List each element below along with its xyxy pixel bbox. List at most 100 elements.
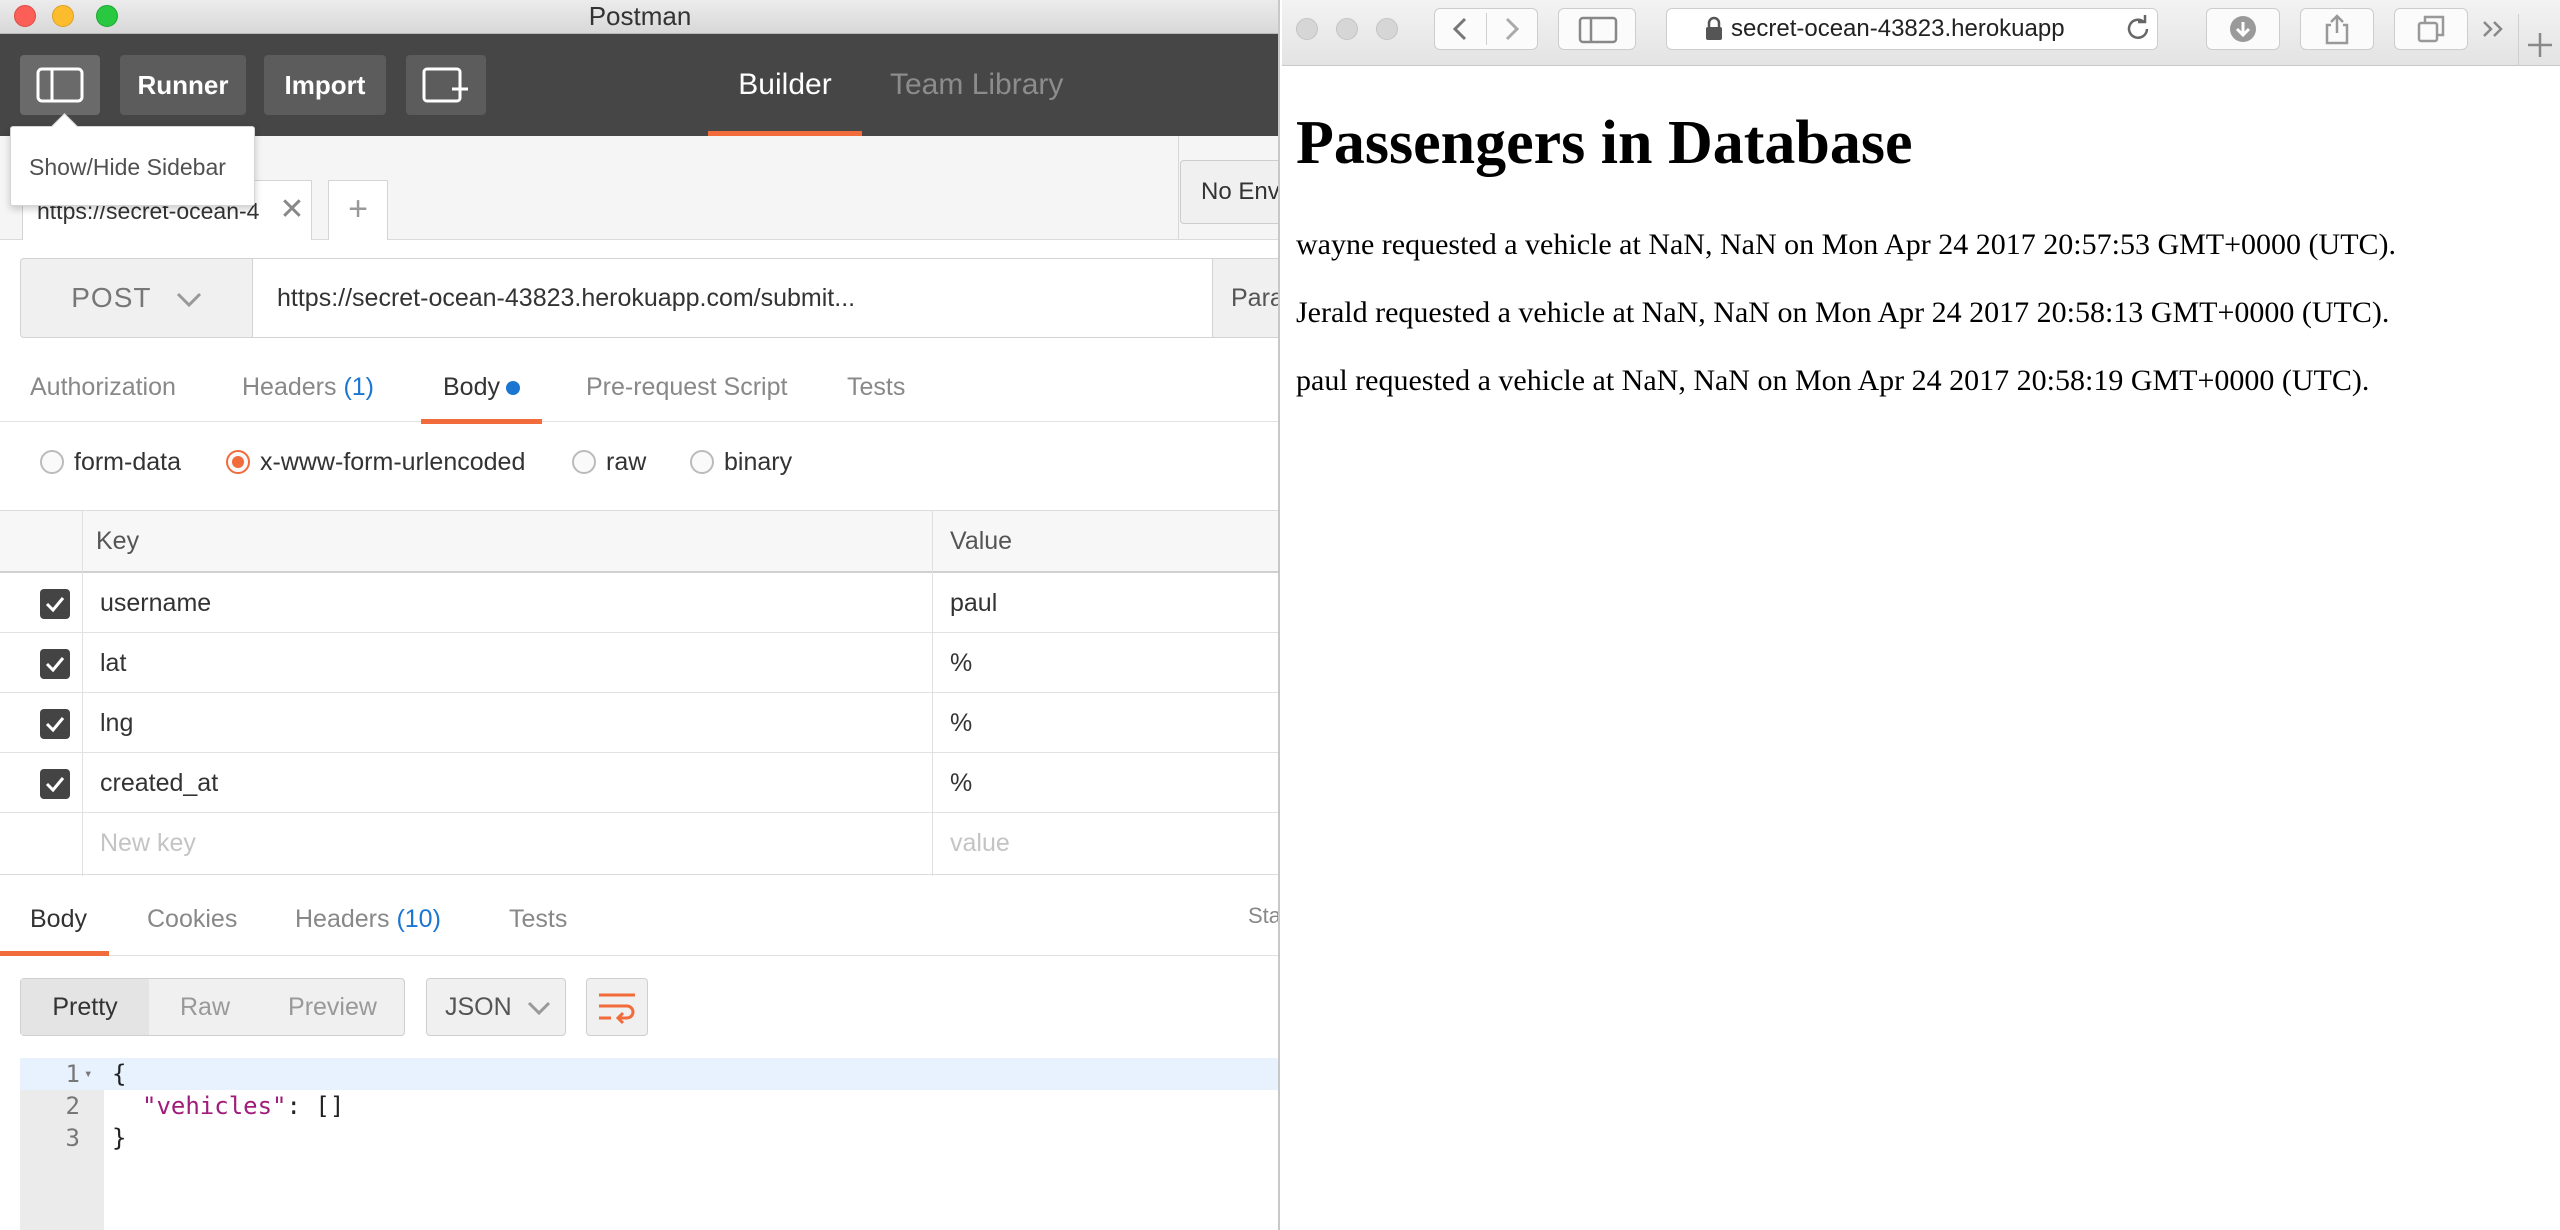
passenger-entry: wayne requested a vehicle at NaN, NaN on… [1296,228,2397,261]
column-divider [932,511,933,876]
new-key-input[interactable]: New key [100,813,196,873]
address-text: secret-ocean-43823.herokuapp [1731,15,2065,42]
radio-binary[interactable]: binary [690,448,792,477]
response-tab-cookies-label: Cookies [147,905,238,933]
response-tab-headers[interactable]: Headers (10) [295,888,441,954]
tab-body[interactable]: Body [421,356,542,424]
checkmark-icon [45,777,65,793]
response-tab-body[interactable]: Body [0,888,109,956]
row-value[interactable]: % [950,693,972,753]
tab-headers[interactable]: Headers (1) [242,356,374,422]
tabstrip-divider [1178,136,1179,240]
downloads-button[interactable] [2206,8,2280,50]
code-text: "vehicles": [] [142,1090,344,1122]
runner-button[interactable]: Runner [120,55,246,115]
row-value[interactable]: % [950,753,972,813]
overflow-chevron-icon[interactable] [2480,14,2510,44]
headers-count: (1) [343,373,375,401]
back-icon[interactable] [1435,9,1485,49]
radio-raw[interactable]: raw [572,448,646,477]
radio-label: binary [724,448,793,476]
sidebar-icon [1578,16,1618,44]
format-select[interactable]: JSON [426,978,566,1036]
row-key[interactable]: username [100,573,211,633]
close-window-button[interactable] [1296,18,1318,40]
url-input[interactable]: https://secret-ocean-43823.herokuapp.com… [253,259,1213,337]
tab-overview-button[interactable] [2394,8,2468,50]
response-body-editor[interactable]: 1 ▾ { 2 "vehicles": [] 3 } [20,1058,1278,1230]
environment-select[interactable]: No Environment [1180,160,1278,224]
row-key[interactable]: created_at [100,753,218,813]
new-value-input[interactable]: value [950,813,1010,873]
row-checkbox[interactable] [40,709,70,739]
response-tab-cookies[interactable]: Cookies [147,888,237,954]
row-checkbox[interactable] [40,769,70,799]
view-pretty-button[interactable]: Pretty [21,979,149,1035]
address-bar[interactable]: secret-ocean-43823.herokuapp [1666,8,2158,50]
minimize-window-button[interactable] [1336,18,1358,40]
tab-builder[interactable]: Builder [708,34,862,136]
zoom-window-button[interactable] [1376,18,1398,40]
forward-icon[interactable] [1487,9,1537,49]
import-button[interactable]: Import [264,55,386,115]
add-tab-button[interactable]: + [328,180,388,240]
response-tabs: Body Cookies Headers (10) Tests Status [0,888,1280,956]
wrap-lines-icon [599,993,635,1025]
tab-body-label: Body [443,373,500,401]
row-key[interactable]: lng [100,693,133,753]
new-tab-button[interactable] [2518,14,2558,66]
tabs-icon [2417,15,2445,43]
body-modified-dot [505,381,520,396]
share-button[interactable] [2300,8,2374,50]
new-window-button[interactable] [406,55,486,115]
row-checkbox[interactable] [40,649,70,679]
sidebar-icon [36,67,84,103]
row-key[interactable]: lat [100,633,126,693]
json-key: "vehicles" [142,1092,287,1120]
tab-tests[interactable]: Tests [847,356,905,422]
line-number: 2 [65,1092,80,1120]
safari-window: secret-ocean-43823.herokuapp Passengers … [1282,0,2560,1230]
checkmark-icon [45,597,65,613]
chevron-down-icon [176,292,201,307]
tab-pre-request-script-label: Pre-request Script [586,373,788,401]
checkmark-icon [45,717,65,733]
response-tab-body-label: Body [30,905,87,933]
tab-team-library[interactable]: Team Library [890,34,1063,136]
wrap-lines-button[interactable] [586,978,648,1036]
response-tab-tests-label: Tests [509,905,568,933]
response-tab-body-indicator [0,951,109,956]
view-preview-button[interactable]: Preview [261,979,404,1035]
postman-titlebar: Postman [0,0,1278,34]
lock-icon [1706,16,1722,40]
fold-arrow-icon[interactable]: ▾ [84,1058,92,1090]
postman-window: Postman Runner Import Builder Team Libra… [0,0,1280,1230]
radio-x-www-form-urlencoded[interactable]: x-www-form-urlencoded [226,448,525,477]
reload-icon[interactable] [2121,9,2157,49]
show-sidebar-button[interactable] [1558,8,1636,50]
request-url-bar: POST https://secret-ocean-43823.herokuap… [20,258,1278,338]
method-label: POST [71,282,151,313]
share-icon [2325,14,2349,45]
view-mode-segment: Pretty Raw Preview [20,978,405,1036]
back-forward-buttons [1434,8,1538,50]
params-button[interactable]: Params [1231,259,1278,337]
chevron-down-icon [527,1001,551,1015]
tab-authorization[interactable]: Authorization [30,356,176,422]
sidebar-toggle-button[interactable] [20,55,100,115]
tab-pre-request-script[interactable]: Pre-request Script [586,356,787,422]
tab-builder-label: Builder [738,68,832,101]
method-select[interactable]: POST [21,259,253,337]
row-value[interactable]: % [950,633,972,693]
row-value[interactable]: paul [950,573,997,633]
response-status: Status [1248,903,1280,928]
code-line: 2 "vehicles": [] [20,1090,1278,1122]
response-tab-tests[interactable]: Tests [509,888,567,954]
view-raw-button[interactable]: Raw [149,979,261,1035]
tab-tests-label: Tests [847,373,906,401]
radio-form-data[interactable]: form-data [40,448,181,477]
table-header: Key Value [0,511,1278,573]
close-tab-icon[interactable]: ✕ [273,181,311,240]
row-checkbox[interactable] [40,589,70,619]
code-text: } [112,1124,127,1152]
